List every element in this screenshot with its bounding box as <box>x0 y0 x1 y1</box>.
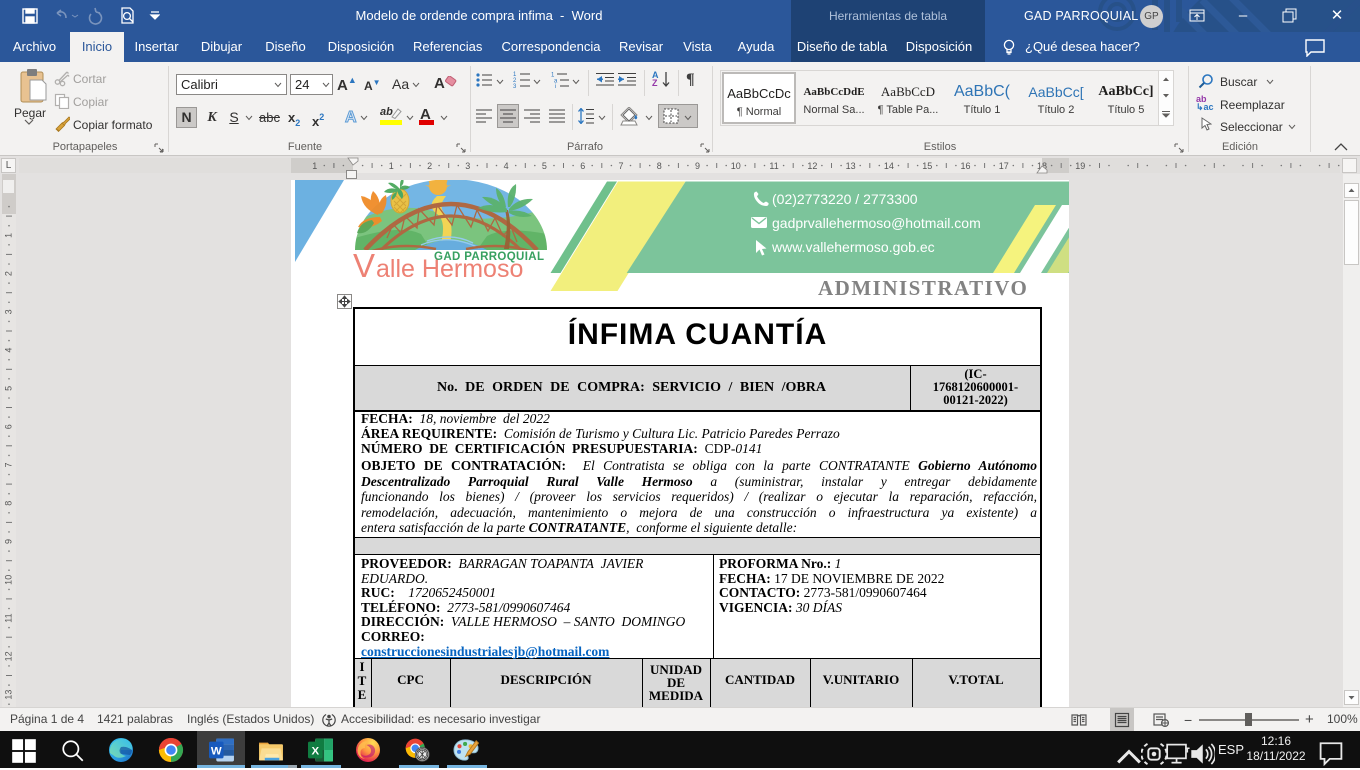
svg-text:(02)2773220 / 2773300: (02)2773220 / 2773300 <box>772 191 918 207</box>
svg-text:12: 12 <box>807 161 817 171</box>
svg-text:10: 10 <box>731 161 741 171</box>
svg-text:12: 12 <box>3 651 13 661</box>
svg-text:7: 7 <box>3 462 13 467</box>
svg-text:19: 19 <box>1075 161 1085 171</box>
svg-text:www.vallehermoso.gob.ec: www.vallehermoso.gob.ec <box>771 239 935 255</box>
svg-text:6: 6 <box>580 161 585 171</box>
svg-text:4: 4 <box>504 161 509 171</box>
svg-text:5: 5 <box>542 161 547 171</box>
svg-text:9: 9 <box>695 161 700 171</box>
svg-text:6: 6 <box>3 424 13 429</box>
svg-text:W: W <box>211 746 222 758</box>
svg-text:gadprvallehermoso@hotmail.com: gadprvallehermoso@hotmail.com <box>772 215 981 231</box>
svg-text:alle H: alle H <box>376 255 440 283</box>
svg-text:V: V <box>353 247 375 284</box>
svg-text:11: 11 <box>3 613 13 622</box>
svg-text:2: 2 <box>3 271 13 276</box>
svg-text:2: 2 <box>427 161 432 171</box>
svg-text:1: 1 <box>3 233 13 238</box>
svg-text:8: 8 <box>3 501 13 506</box>
svg-text:3: 3 <box>513 84 517 89</box>
svg-text:15: 15 <box>922 161 932 171</box>
svg-text:3: 3 <box>465 161 470 171</box>
svg-text:17: 17 <box>999 161 1009 171</box>
svg-text:X: X <box>311 746 319 758</box>
svg-text:4: 4 <box>3 348 13 353</box>
svg-text:9: 9 <box>3 539 13 544</box>
svg-text:1: 1 <box>312 161 317 171</box>
svg-text:GAD PARROQUIAL: GAD PARROQUIAL <box>434 251 544 263</box>
svg-text:16: 16 <box>960 161 970 171</box>
svg-text:13: 13 <box>846 161 856 171</box>
svg-text:11: 11 <box>769 161 778 171</box>
svg-text:10: 10 <box>3 575 13 585</box>
svg-text:i: i <box>555 84 556 88</box>
svg-text:5: 5 <box>3 386 13 391</box>
svg-text:7: 7 <box>618 161 623 171</box>
svg-text:14: 14 <box>884 161 894 171</box>
svg-text:1: 1 <box>389 161 394 171</box>
svg-text:3: 3 <box>3 309 13 314</box>
svg-text:13: 13 <box>3 690 13 700</box>
svg-text:8: 8 <box>657 161 662 171</box>
